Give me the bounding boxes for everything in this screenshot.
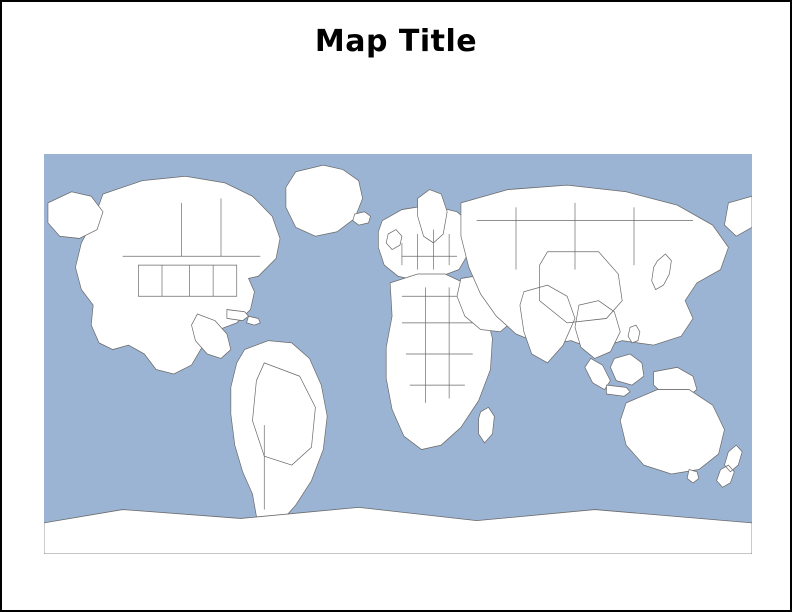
world-map [44, 154, 752, 554]
country-hispaniola [247, 316, 261, 325]
region-north-america [75, 176, 280, 374]
country-australia [620, 390, 724, 474]
country-java [606, 385, 630, 396]
document-page: Map Title [0, 0, 792, 612]
country-iceland [353, 212, 371, 225]
country-new-zealand [717, 445, 743, 487]
region-antarctica [44, 507, 752, 554]
page-title: Map Title [2, 24, 790, 59]
country-greenland [286, 165, 363, 236]
region-chukotka [724, 196, 752, 236]
country-madagascar [479, 407, 495, 443]
country-india [520, 285, 575, 363]
land-layer [44, 154, 752, 554]
country-tasmania [687, 470, 699, 483]
country-borneo [610, 354, 643, 385]
